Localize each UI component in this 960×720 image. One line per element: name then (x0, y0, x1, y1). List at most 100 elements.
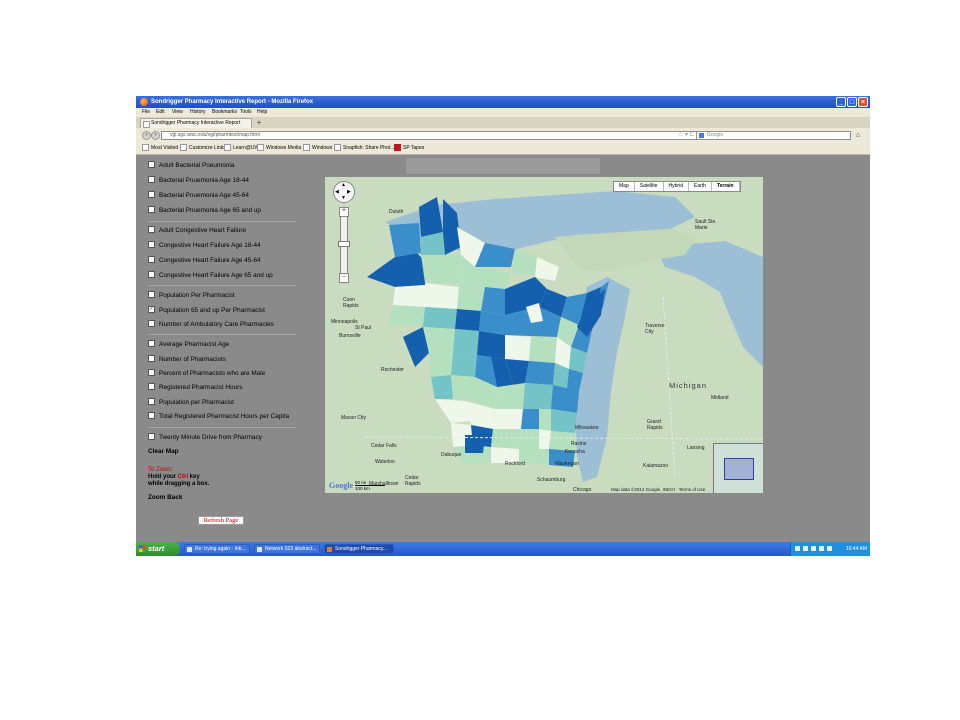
refresh-page-button[interactable]: Refresh Page (198, 516, 244, 525)
checkbox[interactable] (148, 160, 155, 168)
option-average-pharmacist-age[interactable]: Average Pharmacist Age (148, 339, 229, 350)
volume-icon[interactable] (819, 546, 824, 551)
start-button[interactable]: start (136, 542, 180, 556)
network-icon[interactable] (803, 546, 808, 551)
screenshot-window: Sondrigger Pharmacy Interactive Report -… (136, 96, 870, 556)
google-map[interactable]: ▲ ▼ ◀ ▶ + − Map Satellite Hybrid Earth T… (325, 177, 763, 493)
checkbox[interactable] (148, 382, 155, 390)
minimize-button[interactable]: _ (836, 97, 846, 107)
label-cedar-rapids: Cedar Rapids (405, 475, 421, 487)
search-input[interactable]: Google (696, 131, 851, 140)
task-firefox[interactable]: Sondrigger Pharmacy... (324, 544, 394, 554)
tab-label: Sondrigger Pharmacy Interactive Report (151, 120, 241, 126)
option-adult-bacterial-pneumonia[interactable]: Adult Bacterial Pneumonia (148, 160, 234, 171)
task-word-doc[interactable]: Network 023 abstract... (254, 544, 320, 554)
zoom-back-link[interactable]: Zoom Back (148, 493, 182, 503)
update-icon[interactable] (827, 546, 832, 551)
windows-logo-icon (139, 545, 146, 552)
option-adult-chf[interactable]: Adult Congestive Heart Failure (148, 225, 246, 236)
checkbox-checked[interactable]: ✓ (148, 305, 155, 313)
checkbox[interactable] (148, 205, 155, 213)
menu-file[interactable]: File (142, 108, 150, 117)
option-bacterial-45-64[interactable]: Bacterial Pnuemonia Age 45-64 (148, 190, 249, 201)
new-tab-button[interactable]: + (254, 119, 264, 127)
option-population-65-per-pharmacist[interactable]: ✓ Population 65 and up Per Pharmacist (148, 305, 265, 316)
close-button[interactable]: × (858, 97, 868, 107)
option-twenty-minute-drive[interactable]: Twenty Minute Drive from Pharmacy (148, 432, 262, 443)
pan-right-icon[interactable]: ▶ (347, 189, 351, 195)
star-icon[interactable]: ☆ ▾ C (678, 132, 694, 139)
tab-sondrigger[interactable]: Sondrigger Pharmacy Interactive Report (140, 118, 252, 128)
option-population-per-pharmacist-2[interactable]: Population per Pharmacist (148, 397, 234, 408)
overview-map[interactable] (713, 443, 763, 493)
option-chf-65-up[interactable]: Congestive Heart Failure Age 65 and up (148, 270, 273, 281)
word-icon (257, 547, 262, 552)
clear-map-link[interactable]: Clear Map (148, 447, 179, 457)
checkbox[interactable] (148, 290, 155, 298)
zoom-slider-handle[interactable] (338, 241, 350, 247)
forward-button[interactable]: › (151, 131, 160, 140)
checkbox[interactable] (148, 255, 155, 263)
help-icon[interactable] (795, 546, 800, 551)
option-registered-hours[interactable]: Registered Pharmacist Hours (148, 382, 242, 393)
pan-control[interactable]: ▲ ▼ ◀ ▶ (333, 181, 355, 203)
task-email[interactable]: Re: trying again - Inb... (184, 544, 250, 554)
label-waukegan: Waukegan (555, 461, 579, 467)
option-percent-male[interactable]: Percent of Pharmacists who are Male (148, 368, 265, 379)
bookmark-windows-media[interactable]: Windows Media (257, 143, 301, 154)
checkbox[interactable] (148, 240, 155, 248)
menu-help[interactable]: Help (257, 108, 267, 117)
checkbox[interactable] (148, 175, 155, 183)
map-type-satellite[interactable]: Satellite (635, 182, 664, 191)
checkbox[interactable] (148, 339, 155, 347)
checkbox[interactable] (148, 368, 155, 376)
pan-down-icon[interactable]: ▼ (341, 195, 346, 201)
bookmarks-bar: Most Visited Customize Links Learn@UW Wi… (136, 143, 870, 155)
checkbox[interactable] (148, 397, 155, 405)
menu-view[interactable]: View (172, 108, 183, 117)
checkbox[interactable] (148, 270, 155, 278)
option-bacterial-65-up[interactable]: Bacterial Pnuemonia Age 65 and up (148, 205, 261, 216)
checkbox[interactable] (148, 319, 155, 327)
option-population-per-pharmacist[interactable]: Population Per Pharmacist (148, 290, 235, 301)
map-type-earth[interactable]: Earth (689, 182, 712, 191)
checkbox[interactable] (148, 411, 155, 419)
home-icon[interactable]: ⌂ (856, 131, 860, 140)
clock[interactable]: 10:44 AM (846, 542, 867, 556)
pan-left-icon[interactable]: ◀ (335, 189, 339, 195)
map-copyright: Map data ©2012 Google, INEGI · Terms of … (611, 487, 706, 492)
option-ambulatory-pharmacies[interactable]: Number of Ambulatory Care Pharmacies (148, 319, 274, 330)
map-type-hybrid[interactable]: Hybrid (664, 182, 689, 191)
checkbox[interactable] (148, 432, 155, 440)
bookmark-sp-tapes[interactable]: SP Tapes (394, 143, 424, 154)
zoom-out-button[interactable]: − (339, 273, 349, 283)
map-type-terrain[interactable]: Terrain (712, 182, 740, 191)
back-button[interactable]: ‹ (142, 131, 151, 140)
bookmark-windows[interactable]: Windows (303, 143, 332, 154)
option-total-hours-per-capita[interactable]: Total Registered Pharmacist Hours per Ca… (148, 411, 289, 422)
label-burnsville: Burnsville (339, 333, 361, 339)
overview-viewport[interactable] (724, 458, 754, 480)
checkbox[interactable] (148, 354, 155, 362)
bookmark-learn-uw[interactable]: Learn@UW (224, 143, 259, 154)
checkbox[interactable] (148, 190, 155, 198)
option-bacterial-18-44[interactable]: Bacterial Pnuemonia Age 18-44 (148, 175, 249, 186)
bookmark-customize-links[interactable]: Customize Links (180, 143, 226, 154)
menu-bookmarks[interactable]: Bookmarks (212, 108, 237, 117)
checkbox[interactable] (148, 225, 155, 233)
menu-edit[interactable]: Edit (156, 108, 165, 117)
zoom-in-button[interactable]: + (339, 207, 349, 217)
bookmark-snapfish[interactable]: Snapfish: Share Phot... (334, 143, 394, 154)
pan-up-icon[interactable]: ▲ (341, 182, 346, 188)
map-type-map[interactable]: Map (614, 182, 635, 191)
option-chf-45-64[interactable]: Congestive Heart Failure Age 45-64 (148, 255, 261, 266)
option-number-of-pharmacists[interactable]: Number of Pharmacists (148, 354, 226, 365)
bookmark-most-visited[interactable]: Most Visited (142, 143, 178, 154)
url-input[interactable]: vgi.sgs.wisc.edu/vgi/pharmtest/map.html … (161, 131, 699, 140)
label-coon-rapids: Coon Rapids (343, 297, 359, 309)
security-icon[interactable] (811, 546, 816, 551)
menu-tools[interactable]: Tools (240, 108, 252, 117)
option-chf-18-44[interactable]: Congestive Heart Failure Age 18-44 (148, 240, 261, 251)
menu-history[interactable]: History (190, 108, 206, 117)
maximize-button[interactable]: □ (847, 97, 857, 107)
